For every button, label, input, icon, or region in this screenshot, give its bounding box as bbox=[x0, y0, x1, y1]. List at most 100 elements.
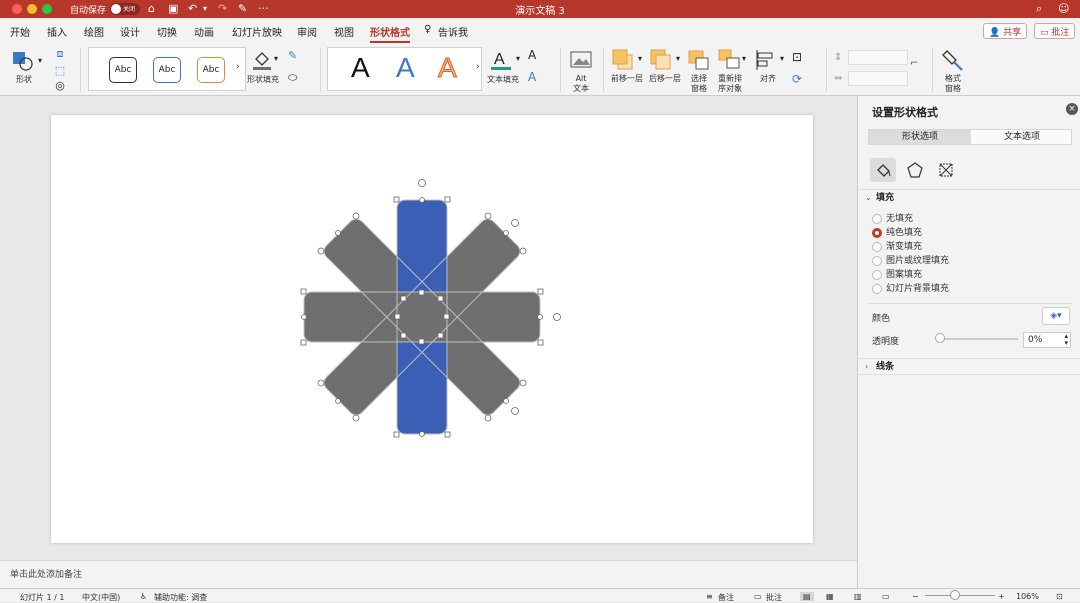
zoom-slider-thumb[interactable] bbox=[950, 590, 960, 600]
fill-section-header[interactable]: ⌄ 填充 bbox=[858, 189, 1080, 205]
wordart-more-icon[interactable]: › bbox=[476, 62, 480, 72]
shape-dropdown-icon[interactable]: ▾ bbox=[38, 56, 42, 65]
notes-placeholder: 单击此处添加备注 bbox=[10, 570, 83, 580]
text-fill-label: 文本填充 bbox=[487, 75, 519, 84]
style-sample-1[interactable]: Abc bbox=[109, 57, 137, 83]
wordart-sample-orange[interactable]: A bbox=[438, 52, 458, 84]
tab-design[interactable]: 设计 bbox=[120, 24, 140, 39]
send-backward-dropdown-icon[interactable]: ▾ bbox=[676, 54, 680, 63]
tab-slideshow[interactable]: 幻灯片放映 bbox=[232, 24, 282, 39]
shape-styles-gallery[interactable]: Abc Abc Abc bbox=[88, 47, 246, 91]
document-title: 演示文稿 3 bbox=[515, 6, 565, 17]
text-fill-icon[interactable]: A bbox=[488, 47, 514, 73]
color-picker-button[interactable]: ◈▾ bbox=[1042, 307, 1070, 325]
notes-toggle-button[interactable]: 备注 bbox=[718, 592, 734, 603]
ribbon-tabs: 开始 插入 绘图 设计 切换 动画 幻灯片放映 审阅 视图 形状格式 ♀ 告诉我… bbox=[0, 18, 1080, 44]
fill-option-picture[interactable]: 图片或纹理填充 bbox=[872, 255, 949, 267]
selection-pane-icon[interactable] bbox=[686, 47, 712, 73]
transparency-slider[interactable] bbox=[938, 338, 1018, 340]
tab-review[interactable]: 审阅 bbox=[297, 24, 317, 39]
width-input[interactable] bbox=[848, 71, 908, 86]
share-button[interactable]: 👤 共享 bbox=[983, 23, 1028, 39]
normal-view-icon[interactable]: ▤ bbox=[800, 592, 814, 601]
close-pane-icon[interactable]: × bbox=[1066, 103, 1078, 115]
tab-draw[interactable]: 绘图 bbox=[84, 24, 104, 39]
asterisk-shape-group[interactable] bbox=[51, 115, 813, 543]
wordart-gallery[interactable]: A A A bbox=[327, 47, 482, 91]
reading-view-icon[interactable]: ▥ bbox=[854, 592, 862, 601]
zoom-out-icon[interactable]: − bbox=[912, 592, 919, 601]
text-box-icon[interactable]: ⧈ bbox=[50, 47, 70, 61]
paint-bucket-icon[interactable] bbox=[250, 48, 274, 72]
format-pane-icon[interactable] bbox=[940, 47, 966, 73]
notes-icon: ≡ bbox=[706, 592, 713, 601]
align-icon[interactable] bbox=[753, 47, 779, 73]
fill-option-solid[interactable]: 纯色填充 bbox=[872, 227, 922, 239]
group-icon[interactable]: ⊡ bbox=[792, 50, 802, 64]
fill-option-gradient[interactable]: 渐变填充 bbox=[872, 241, 922, 253]
tab-text-options[interactable]: 文本选项 bbox=[971, 130, 1073, 144]
merge-shapes-icon[interactable]: ◎ bbox=[50, 78, 70, 92]
ribbon: 形状 ▾ ⧈ ⬚ ◎ Abc Abc Abc › 形状填充 ▾ ✎ ⬭ A A … bbox=[0, 44, 1080, 96]
edit-shape-icon[interactable]: ⬚ bbox=[50, 63, 70, 77]
options-segmented-control: 形状选项 文本选项 bbox=[868, 129, 1072, 145]
text-outline-icon[interactable]: A bbox=[528, 48, 536, 62]
zoom-in-icon[interactable]: + bbox=[998, 592, 1005, 601]
chevron-right-icon: › bbox=[865, 362, 869, 371]
accessibility-status[interactable]: 辅助功能: 调查 bbox=[154, 592, 207, 603]
tab-shape-format[interactable]: 形状格式 bbox=[370, 24, 410, 43]
line-section-header[interactable]: › 线条 bbox=[858, 358, 1080, 374]
fill-line-icon[interactable] bbox=[870, 158, 896, 182]
comments-button[interactable]: ▭ 批注 bbox=[1034, 23, 1076, 39]
comments-toggle-button[interactable]: 批注 bbox=[766, 592, 782, 603]
height-input[interactable] bbox=[848, 50, 908, 65]
transparency-input[interactable]: 0% ▴ ▾ bbox=[1023, 332, 1071, 348]
gallery-more-icon[interactable]: › bbox=[236, 62, 240, 72]
text-effects-icon[interactable]: A bbox=[528, 70, 536, 84]
tab-home[interactable]: 开始 bbox=[10, 24, 30, 39]
reorder-objects-icon[interactable] bbox=[716, 47, 742, 73]
wordart-sample-blue[interactable]: A bbox=[396, 52, 415, 84]
chevron-down-icon: ⌄ bbox=[865, 193, 872, 202]
send-backward-icon[interactable] bbox=[648, 47, 674, 73]
lock-ratio-icon[interactable]: ⌐ bbox=[910, 58, 918, 69]
tell-me-search[interactable]: 告诉我 bbox=[438, 24, 468, 39]
slideshow-icon[interactable]: ▭ bbox=[882, 592, 890, 601]
slide[interactable] bbox=[51, 115, 813, 543]
tab-transitions[interactable]: 切换 bbox=[157, 24, 177, 39]
fit-slide-icon[interactable]: ⊡ bbox=[1056, 592, 1063, 601]
zoom-slider[interactable] bbox=[925, 595, 995, 596]
format-pane-label: 格式 窗格 bbox=[945, 74, 961, 93]
slide-counter: 幻灯片 1 / 1 bbox=[20, 593, 65, 602]
alt-text-icon[interactable] bbox=[568, 48, 594, 72]
fill-option-pattern[interactable]: 图案填充 bbox=[872, 269, 922, 281]
fill-option-none[interactable]: 无填充 bbox=[872, 213, 913, 225]
tab-insert[interactable]: 插入 bbox=[47, 24, 67, 39]
effects-icon[interactable] bbox=[902, 158, 928, 182]
search-icon[interactable]: ⌕ bbox=[1036, 2, 1042, 16]
wordart-sample-black[interactable]: A bbox=[351, 52, 370, 84]
shapes-icon[interactable] bbox=[10, 48, 36, 74]
text-fill-dropdown-icon[interactable]: ▾ bbox=[516, 54, 520, 63]
fill-option-slide-bg[interactable]: 幻灯片背景填充 bbox=[872, 283, 949, 295]
transparency-slider-thumb[interactable] bbox=[935, 333, 945, 343]
rotate-icon[interactable]: ⟳ bbox=[792, 72, 802, 86]
zoom-level[interactable]: 106% bbox=[1016, 592, 1039, 601]
shape-fill-dropdown-icon[interactable]: ▾ bbox=[274, 54, 278, 63]
shape-effects-icon[interactable]: ⬭ bbox=[288, 71, 297, 85]
shape-outline-icon[interactable]: ✎ bbox=[288, 49, 297, 62]
notes-area[interactable]: 单击此处添加备注 bbox=[0, 560, 857, 588]
size-properties-icon[interactable] bbox=[933, 158, 959, 182]
reorder-dropdown-icon[interactable]: ▾ bbox=[742, 54, 746, 63]
style-sample-2[interactable]: Abc bbox=[153, 57, 181, 83]
account-icon[interactable]: ☺ bbox=[1058, 2, 1069, 16]
align-dropdown-icon[interactable]: ▾ bbox=[780, 54, 784, 63]
style-sample-3[interactable]: Abc bbox=[197, 57, 225, 83]
language-indicator[interactable]: 中文(中国) bbox=[82, 592, 120, 603]
tab-view[interactable]: 视图 bbox=[334, 24, 354, 39]
slide-sorter-icon[interactable]: ▦ bbox=[826, 592, 834, 601]
bring-forward-dropdown-icon[interactable]: ▾ bbox=[638, 54, 642, 63]
bring-forward-icon[interactable] bbox=[610, 47, 636, 73]
tab-shape-options[interactable]: 形状选项 bbox=[869, 130, 971, 144]
tab-animations[interactable]: 动画 bbox=[194, 24, 214, 39]
